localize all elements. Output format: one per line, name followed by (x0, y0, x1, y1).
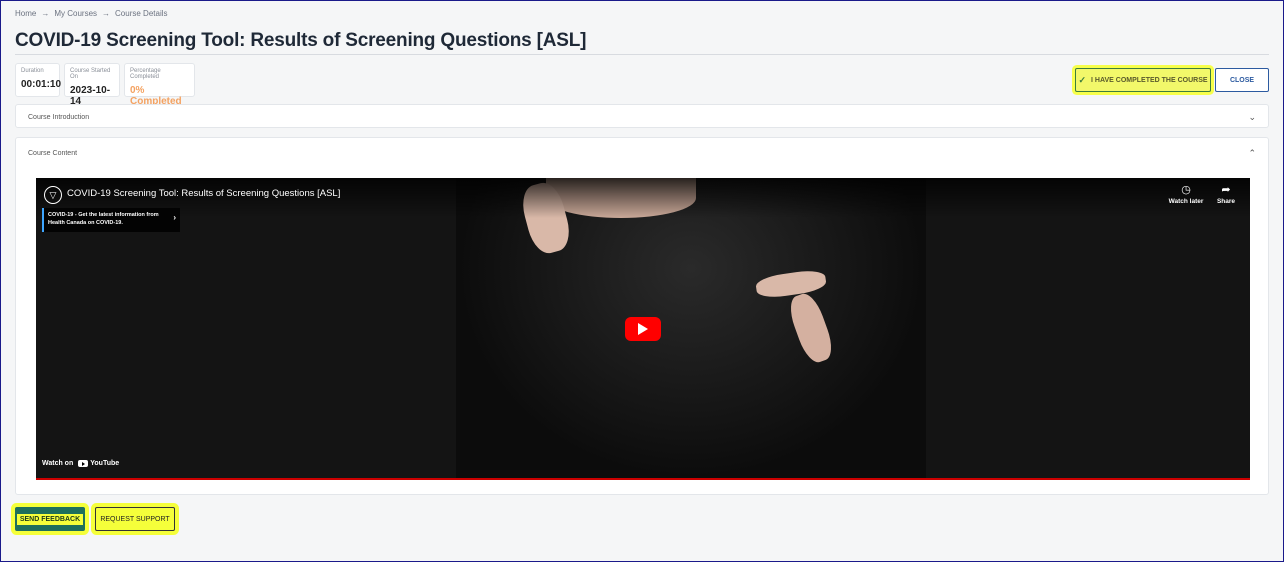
share-label: Share (1216, 198, 1236, 205)
course-introduction-panel[interactable]: Course Introduction ⌄ (15, 104, 1269, 128)
stat-course-started: Course Started On 2023-10-14 (64, 63, 120, 107)
share-button[interactable]: ➦ Share (1206, 183, 1246, 205)
info-card-text: COVID-19 - Get the latest information fr… (48, 212, 159, 226)
video-title[interactable]: COVID-19 Screening Tool: Results of Scre… (67, 188, 340, 199)
youtube-wordmark: YouTube (90, 460, 120, 467)
course-introduction-label: Course Introduction (28, 113, 90, 121)
stat-started-label: Course Started On (70, 68, 111, 80)
video-frame-image (456, 178, 926, 480)
video-player[interactable]: ▽ COVID-19 Screening Tool: Results of Sc… (36, 178, 1250, 480)
watch-on-youtube-link[interactable]: Watch on YouTube (42, 460, 119, 467)
breadcrumb-separator-icon: → (102, 9, 111, 18)
check-icon: ✓ (1078, 74, 1086, 85)
close-button[interactable]: CLOSE (1215, 68, 1269, 92)
stat-duration-label: Duration (21, 68, 44, 74)
share-icon: ➦ (1221, 184, 1231, 196)
watch-later-label: Watch later (1168, 198, 1204, 205)
youtube-logo-icon: YouTube (78, 460, 119, 467)
play-icon (638, 323, 648, 335)
play-button[interactable] (625, 317, 661, 341)
breadcrumb-home[interactable]: Home (15, 9, 36, 18)
video-progress-bar[interactable] (36, 478, 1250, 480)
stat-duration-value: 00:01:10 (21, 79, 62, 90)
stat-duration: Duration 00:01:10 (15, 63, 62, 97)
breadcrumb: Home → My Courses → Course Details (15, 9, 168, 18)
request-support-button[interactable]: REQUEST SUPPORT (95, 507, 175, 531)
stat-completed-label: Percentage Completed (130, 68, 161, 80)
complete-course-label: I HAVE COMPLETED THE COURSE (1091, 76, 1208, 84)
send-feedback-button[interactable]: SEND FEEDBACK (15, 507, 85, 531)
stat-percentage-completed: Percentage Completed 0% Completed (124, 63, 195, 107)
send-feedback-label: SEND FEEDBACK (16, 513, 84, 525)
breadcrumb-course-details: Course Details (115, 9, 168, 18)
channel-logo-icon[interactable]: ▽ (44, 186, 62, 204)
watch-on-label: Watch on (42, 460, 74, 467)
breadcrumb-separator-icon: → (41, 9, 50, 18)
breadcrumb-my-courses[interactable]: My Courses (54, 9, 97, 18)
chevron-right-icon: › (173, 213, 176, 222)
chevron-up-icon[interactable]: ⌃ (1248, 148, 1256, 159)
course-content-panel: Course Content ⌃ ▽ COVID-19 Screening To… (15, 137, 1269, 495)
chevron-down-icon[interactable]: ⌄ (1248, 112, 1256, 123)
clock-icon: ◷ (1181, 184, 1191, 196)
watch-later-button[interactable]: ◷ Watch later (1166, 183, 1206, 205)
title-divider (15, 54, 1269, 55)
page-title: COVID-19 Screening Tool: Results of Scre… (15, 30, 587, 51)
complete-course-button[interactable]: ✓ I HAVE COMPLETED THE COURSE (1075, 68, 1211, 92)
info-card[interactable]: COVID-19 - Get the latest information fr… (42, 208, 180, 232)
course-content-label: Course Content (28, 149, 78, 157)
